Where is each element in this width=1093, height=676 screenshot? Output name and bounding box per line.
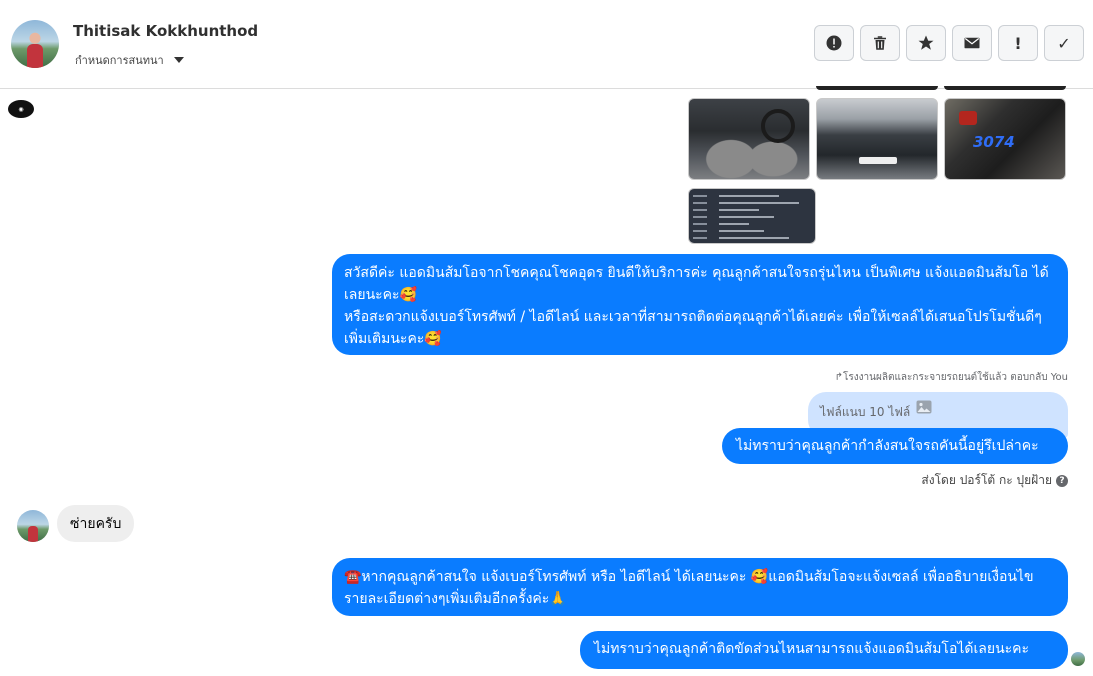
- mail-icon: [964, 37, 980, 49]
- image-edge: [816, 86, 938, 90]
- message-text: ไม่ทราบว่าคุณลูกค้ากำลังสนใจรถคันนี้อยู่…: [736, 438, 1039, 454]
- message-text: หรือสะดวกแจ้งเบอร์โทรศัพท์ / ไอดีไลน์ แล…: [344, 309, 1042, 347]
- exclamation-icon: !: [1014, 33, 1022, 53]
- message-bubble-incoming[interactable]: ซ่ายครับ: [57, 505, 135, 542]
- assign-conversation-label: กำหนดการสนทนา: [75, 54, 164, 67]
- message-text: ซ่ายครับ: [70, 516, 122, 532]
- page-logo-avatar: ◉: [8, 100, 34, 118]
- message-text: ☎️หากคุณลูกค้าสนใจ แจ้งเบอร์โทรศัพท์ หรื…: [344, 569, 1034, 607]
- help-icon[interactable]: ?: [1056, 474, 1068, 487]
- caret-down-icon: [173, 57, 184, 63]
- message-text: สวัสดีค่ะ แอดมินส้มโอจากโชคคุณโชคอุดร ยิ…: [344, 265, 1049, 303]
- check-icon: ✓: [1057, 33, 1071, 53]
- attachment-count-label: ไฟล์แนบ 10 ไฟล์: [820, 405, 911, 419]
- conversation-header: Thitisak Kokkhunthod กำหนดการสนทนา ! ✓: [0, 0, 1093, 89]
- alert-circle-icon: [826, 35, 842, 51]
- spam-button[interactable]: !: [998, 25, 1038, 61]
- mark-unread-button[interactable]: [952, 25, 992, 61]
- header-actions: ! ✓: [814, 25, 1084, 61]
- message-bubble-outgoing[interactable]: ไม่ทราบว่าคุณลูกค้าติดขัดส่วนไหนสามารถแจ…: [580, 631, 1068, 669]
- message-text: ไม่ทราบว่าคุณลูกค้าติดขัดส่วนไหนสามารถแจ…: [594, 641, 1030, 657]
- star-button[interactable]: [906, 25, 946, 61]
- mark-done-button[interactable]: ✓: [1044, 25, 1084, 61]
- seen-avatar: [1071, 652, 1085, 666]
- trash-icon: [874, 36, 886, 50]
- contact-name[interactable]: Thitisak Kokkhunthod: [73, 22, 258, 40]
- attachment-image-interior[interactable]: [688, 98, 810, 180]
- contact-avatar-small[interactable]: [17, 510, 49, 542]
- alert-button[interactable]: [814, 25, 854, 61]
- attachment-image-battery[interactable]: 3074: [944, 98, 1066, 180]
- image-scribble: 3074: [973, 133, 1015, 151]
- image-edge: [944, 86, 1066, 90]
- attachment-image-engine[interactable]: [816, 98, 938, 180]
- message-bubble-outgoing[interactable]: ไม่ทราบว่าคุณลูกค้ากำลังสนใจรถคันนี้อยู่…: [722, 428, 1068, 464]
- sent-by-text: ส่งโดย ปอร์โต้ กะ ปุยฝ้าย: [921, 473, 1052, 487]
- message-bubble-outgoing[interactable]: สวัสดีค่ะ แอดมินส้มโอจากโชคคุณโชคอุดร ยิ…: [332, 254, 1068, 355]
- image-icon: [916, 400, 932, 414]
- assign-conversation-dropdown[interactable]: กำหนดการสนทนา: [75, 51, 184, 69]
- contact-avatar[interactable]: [11, 20, 59, 68]
- attachment-image-spec-sheet[interactable]: [688, 188, 816, 244]
- star-icon: [918, 35, 934, 50]
- delete-button[interactable]: [860, 25, 900, 61]
- sent-by-label: ส่งโดย ปอร์โต้ กะ ปุยฝ้าย ?: [921, 471, 1068, 490]
- reply-context-note: ↱โรงงานผลิตและกระจายรถยนต์ใช้แล้ว ตอบกลั…: [834, 372, 1068, 383]
- message-bubble-outgoing[interactable]: ☎️หากคุณลูกค้าสนใจ แจ้งเบอร์โทรศัพท์ หรื…: [332, 558, 1068, 616]
